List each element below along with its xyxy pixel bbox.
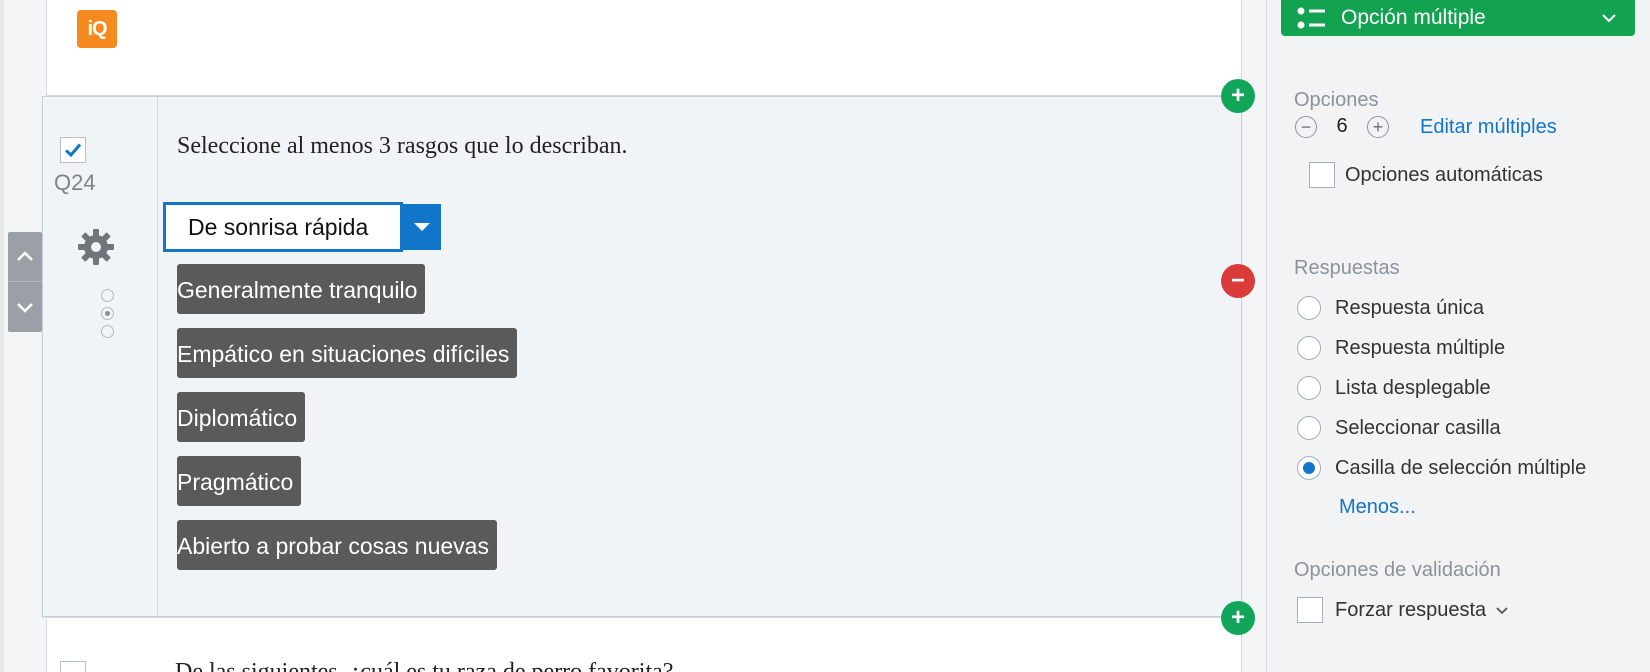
minus-icon: −: [1230, 267, 1245, 294]
plus-icon: +: [1230, 82, 1245, 109]
increment-button[interactable]: +: [1367, 115, 1389, 138]
choice-item[interactable]: Diplomático: [177, 392, 306, 442]
remove-choice-button[interactable]: −: [1221, 264, 1255, 298]
page-dot[interactable]: [101, 289, 114, 302]
answer-option-select-box[interactable]: Seleccionar casilla: [1297, 416, 1501, 440]
survey-canvas: iQ Q24 Seleccione al menos 3 rasgos que …: [4, 0, 1266, 672]
choice-item[interactable]: Pragmático: [177, 456, 302, 506]
question-page-dots: [101, 289, 114, 343]
answer-option-single[interactable]: Respuesta única: [1297, 296, 1484, 320]
question-type-dropdown[interactable]: Opción múltiple: [1281, 0, 1635, 36]
chevron-down-icon: [17, 303, 33, 313]
choice-item[interactable]: Generalmente tranquilo: [177, 264, 426, 314]
decrement-button[interactable]: −: [1295, 115, 1317, 138]
add-question-above-button[interactable]: +: [1221, 79, 1255, 113]
radio-button[interactable]: [1297, 376, 1321, 400]
choice-item[interactable]: Abierto a probar cosas nuevas: [177, 520, 497, 570]
question-card-q24[interactable]: Q24 Seleccione al menos 3 rasgos que lo …: [42, 96, 1242, 617]
force-response-checkbox[interactable]: [1297, 597, 1323, 623]
next-question-text[interactable]: De las siguientes, ¿cuál es tu raza de p…: [175, 659, 673, 672]
question-type-label: Opción múltiple: [1341, 6, 1486, 29]
choice-label: Generalmente tranquilo: [177, 277, 418, 303]
question-text[interactable]: Seleccione al menos 3 rasgos que lo desc…: [177, 133, 628, 160]
previous-block-card[interactable]: iQ: [46, 0, 1242, 96]
chevron-up-icon: [17, 250, 33, 261]
check-icon: [64, 143, 82, 158]
radio-button[interactable]: [1297, 296, 1321, 320]
options-stepper: − 6 +: [1295, 115, 1389, 138]
list-icon: [1297, 7, 1325, 29]
next-question-card[interactable]: De las siguientes, ¿cuál es tu raza de p…: [46, 617, 1242, 672]
auto-choices-checkbox[interactable]: [1309, 162, 1335, 188]
answer-option-label: Lista desplegable: [1335, 376, 1491, 399]
move-down-button[interactable]: [8, 282, 42, 332]
auto-choices-row[interactable]: Opciones automáticas: [1309, 162, 1543, 188]
question-move-controls: [8, 232, 42, 332]
edit-multiple-link[interactable]: Editar múltiples: [1420, 116, 1557, 139]
validation-section-label: Opciones de validación: [1294, 559, 1501, 581]
question-number: Q24: [54, 170, 96, 195]
add-question-below-button[interactable]: +: [1221, 601, 1255, 635]
auto-choices-label: Opciones automáticas: [1345, 163, 1543, 186]
choice-label: Empático en situaciones difíciles: [177, 341, 510, 367]
answer-option-multiple[interactable]: Respuesta múltiple: [1297, 336, 1505, 360]
choice-dropdown-value[interactable]: De sonrisa rápida: [163, 202, 403, 252]
options-section-label: Opciones: [1294, 89, 1379, 111]
answer-option-label: Respuesta múltiple: [1335, 336, 1506, 359]
plus-icon: +: [1230, 604, 1245, 631]
options-count[interactable]: 6: [1317, 115, 1367, 138]
gear-icon[interactable]: [76, 227, 116, 267]
choice-dropdown[interactable]: De sonrisa rápida: [163, 202, 441, 252]
question-settings-panel: Opción múltiple Opciones − 6 + Editar mú…: [1266, 0, 1650, 672]
question-gutter: Q24: [43, 97, 158, 616]
choice-label: Diplomático: [177, 405, 298, 431]
chevron-down-icon: [1602, 14, 1616, 23]
answer-option-multi-select-box[interactable]: Casilla de selección múltiple: [1297, 456, 1586, 480]
chevron-down-icon[interactable]: [1494, 602, 1510, 618]
force-response-row[interactable]: Forzar respuesta: [1297, 597, 1510, 623]
answer-option-label: Seleccionar casilla: [1335, 416, 1501, 439]
question-select-checkbox[interactable]: [60, 137, 86, 163]
move-up-button[interactable]: [8, 232, 42, 282]
answer-option-dropdown[interactable]: Lista desplegable: [1297, 376, 1491, 400]
radio-button[interactable]: [1297, 416, 1321, 440]
next-question-checkbox[interactable]: [60, 661, 86, 672]
choice-item[interactable]: Empático en situaciones difíciles: [177, 328, 518, 378]
radio-button[interactable]: [1297, 336, 1321, 360]
answers-section-label: Respuestas: [1294, 257, 1400, 279]
page-dot[interactable]: [101, 325, 114, 338]
iq-logo: iQ: [77, 10, 117, 48]
less-link[interactable]: Menos...: [1339, 496, 1416, 519]
answer-option-label: Respuesta única: [1335, 296, 1484, 319]
choice-label: Pragmático: [177, 469, 294, 495]
page-dot-active[interactable]: [101, 307, 114, 320]
chevron-down-icon[interactable]: [403, 204, 441, 250]
radio-button-selected[interactable]: [1297, 456, 1321, 480]
choice-label: Abierto a probar cosas nuevas: [177, 533, 489, 559]
answer-option-label: Casilla de selección múltiple: [1335, 456, 1587, 479]
force-response-label: Forzar respuesta: [1335, 598, 1487, 621]
